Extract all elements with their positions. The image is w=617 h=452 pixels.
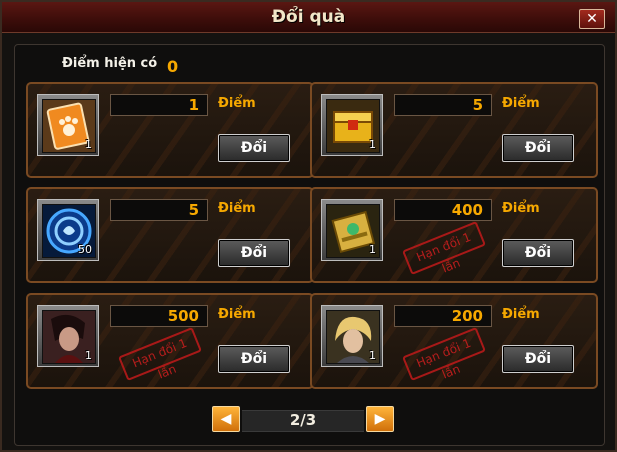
current-points-value: 0: [167, 57, 179, 76]
prev-page-button[interactable]: ◀: [212, 406, 240, 432]
pagination: ◀ 2/3 ▶: [212, 406, 394, 434]
price-value: 200: [394, 305, 492, 327]
blue-orb-icon: 50: [42, 204, 96, 258]
exchange-button[interactable]: Đổi: [218, 239, 290, 267]
exchange-button[interactable]: Đổi: [218, 345, 290, 373]
item-slot[interactable]: 1: [37, 305, 99, 367]
item-quantity: 50: [78, 243, 92, 256]
dark-hero-portrait: 1: [42, 310, 96, 364]
item-slot[interactable]: 1: [321, 305, 383, 367]
limit-stamp: Hạn đổi 1 lần: [402, 220, 486, 276]
exchange-button[interactable]: Đổi: [502, 134, 574, 162]
exchange-button[interactable]: Đổi: [502, 345, 574, 373]
reward-card: 1 200 Điểm Đổi Hạn đổi 1 lần: [310, 293, 598, 389]
price-value: 1: [110, 94, 208, 116]
price-unit: Điểm: [218, 201, 256, 216]
reward-card: 1 500 Điểm Đổi Hạn đổi 1 lần: [26, 293, 314, 389]
exchange-button[interactable]: Đổi: [502, 239, 574, 267]
jade-chest-icon: 1: [326, 204, 380, 258]
price-value: 5: [394, 94, 492, 116]
reward-card: 1 1 Điểm Đổi: [26, 82, 314, 178]
reward-card: 1 400 Điểm Đổi Hạn đổi 1 lần: [310, 187, 598, 283]
item-quantity: 1: [85, 138, 92, 151]
paw-card-icon: 1: [42, 99, 96, 153]
page-indicator: 2/3: [289, 411, 317, 429]
price-unit: Điểm: [502, 307, 540, 322]
item-slot[interactable]: 1: [321, 199, 383, 261]
price-unit: Điểm: [502, 201, 540, 216]
item-slot[interactable]: 1: [37, 94, 99, 156]
item-quantity: 1: [369, 349, 376, 362]
item-quantity: 1: [369, 243, 376, 256]
title-bar: Đổi quà ✕: [2, 2, 615, 33]
reward-card: 50 5 Điểm Đổi: [26, 187, 314, 283]
exchange-window: Đổi quà ✕ Điểm hiện có 0 1 1 Điểm Đổi 1 …: [0, 0, 617, 452]
current-points-label: Điểm hiện có: [62, 56, 158, 71]
price-unit: Điểm: [218, 96, 256, 111]
golden-chest-icon: 1: [326, 99, 380, 153]
reward-card: 1 5 Điểm Đổi: [310, 82, 598, 178]
price-value: 400: [394, 199, 492, 221]
limit-stamp: Hạn đổi 1 lần: [118, 326, 202, 382]
price-unit: Điểm: [502, 96, 540, 111]
price-value: 500: [110, 305, 208, 327]
price-value: 5: [110, 199, 208, 221]
next-page-button[interactable]: ▶: [366, 406, 394, 432]
exchange-button[interactable]: Đổi: [218, 134, 290, 162]
item-slot[interactable]: 1: [321, 94, 383, 156]
item-quantity: 1: [369, 138, 376, 151]
window-title: Đổi quà: [271, 7, 346, 27]
price-unit: Điểm: [218, 307, 256, 322]
close-button[interactable]: ✕: [579, 9, 605, 29]
item-slot[interactable]: 50: [37, 199, 99, 261]
blonde-hero-portrait: 1: [326, 310, 380, 364]
limit-stamp: Hạn đổi 1 lần: [402, 326, 486, 382]
item-quantity: 1: [85, 349, 92, 362]
